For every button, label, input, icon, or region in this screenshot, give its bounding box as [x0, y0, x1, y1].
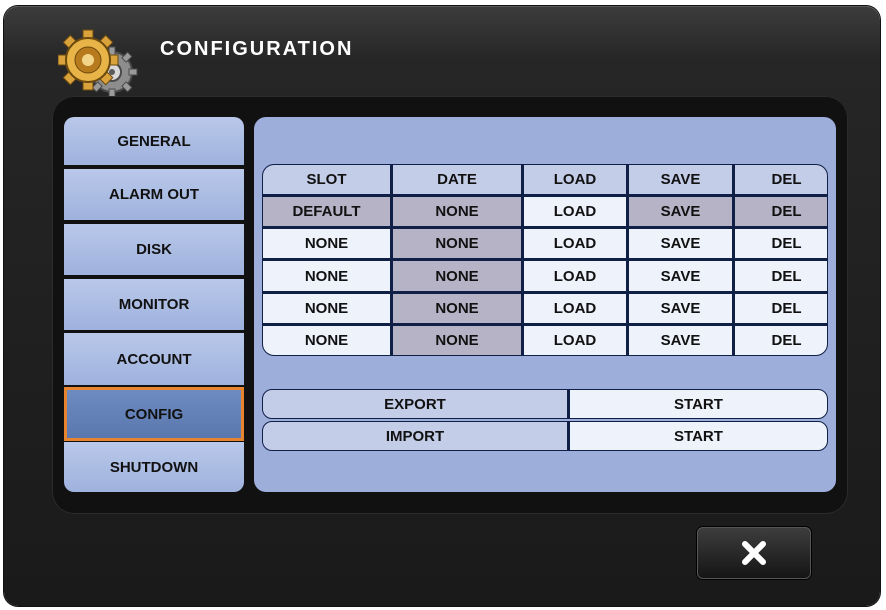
- save-button[interactable]: SAVE: [629, 325, 732, 355]
- delete-button[interactable]: DEL: [735, 197, 827, 227]
- delete-button[interactable]: DEL: [735, 325, 827, 355]
- export-start-button[interactable]: START: [570, 390, 827, 418]
- delete-button[interactable]: DEL: [735, 261, 827, 291]
- header-date: DATE: [393, 165, 521, 195]
- close-button[interactable]: [697, 527, 811, 579]
- sidebar-item-config[interactable]: CONFIG: [64, 387, 244, 441]
- slot-cell: NONE: [263, 229, 390, 259]
- sidebar-item-alarm-out[interactable]: ALARM OUT: [64, 169, 244, 220]
- date-cell: NONE: [393, 197, 521, 227]
- slot-cell: NONE: [263, 293, 390, 323]
- sidebar-item-disk[interactable]: DISK: [64, 224, 244, 275]
- export-row: EXPORT START: [262, 389, 828, 419]
- sidebar-item-monitor[interactable]: MONITOR: [64, 279, 244, 330]
- config-slot-table: SLOT DATE LOAD SAVE DEL DEFAULT NONE LOA…: [262, 164, 828, 356]
- sidebar-item-general[interactable]: GENERAL: [64, 117, 244, 165]
- load-button[interactable]: LOAD: [524, 197, 626, 227]
- save-button[interactable]: SAVE: [629, 197, 732, 227]
- delete-button[interactable]: DEL: [735, 229, 827, 259]
- date-cell: NONE: [393, 325, 521, 355]
- save-button[interactable]: SAVE: [629, 293, 732, 323]
- date-cell: NONE: [393, 229, 521, 259]
- import-start-button[interactable]: START: [570, 422, 827, 450]
- window-title: CONFIGURATION: [160, 38, 354, 60]
- header-save: SAVE: [629, 165, 732, 195]
- import-row: IMPORT START: [262, 421, 828, 451]
- gears-icon: [58, 29, 138, 98]
- load-button[interactable]: LOAD: [524, 261, 626, 291]
- slot-cell: NONE: [263, 261, 390, 291]
- date-cell: NONE: [393, 261, 521, 291]
- load-button[interactable]: LOAD: [524, 229, 626, 259]
- import-label: IMPORT: [263, 422, 567, 450]
- header-load: LOAD: [524, 165, 626, 195]
- export-label: EXPORT: [263, 390, 567, 418]
- load-button[interactable]: LOAD: [524, 293, 626, 323]
- close-icon: [742, 541, 766, 565]
- header-del: DEL: [735, 165, 827, 195]
- sidebar-item-account[interactable]: ACCOUNT: [64, 333, 244, 385]
- slot-cell: DEFAULT: [263, 197, 390, 227]
- delete-button[interactable]: DEL: [735, 293, 827, 323]
- sidebar-item-shutdown[interactable]: SHUTDOWN: [64, 442, 244, 492]
- save-button[interactable]: SAVE: [629, 261, 732, 291]
- header-slot: SLOT: [263, 165, 390, 195]
- save-button[interactable]: SAVE: [629, 229, 732, 259]
- date-cell: NONE: [393, 293, 521, 323]
- load-button[interactable]: LOAD: [524, 325, 626, 355]
- slot-cell: NONE: [263, 325, 390, 355]
